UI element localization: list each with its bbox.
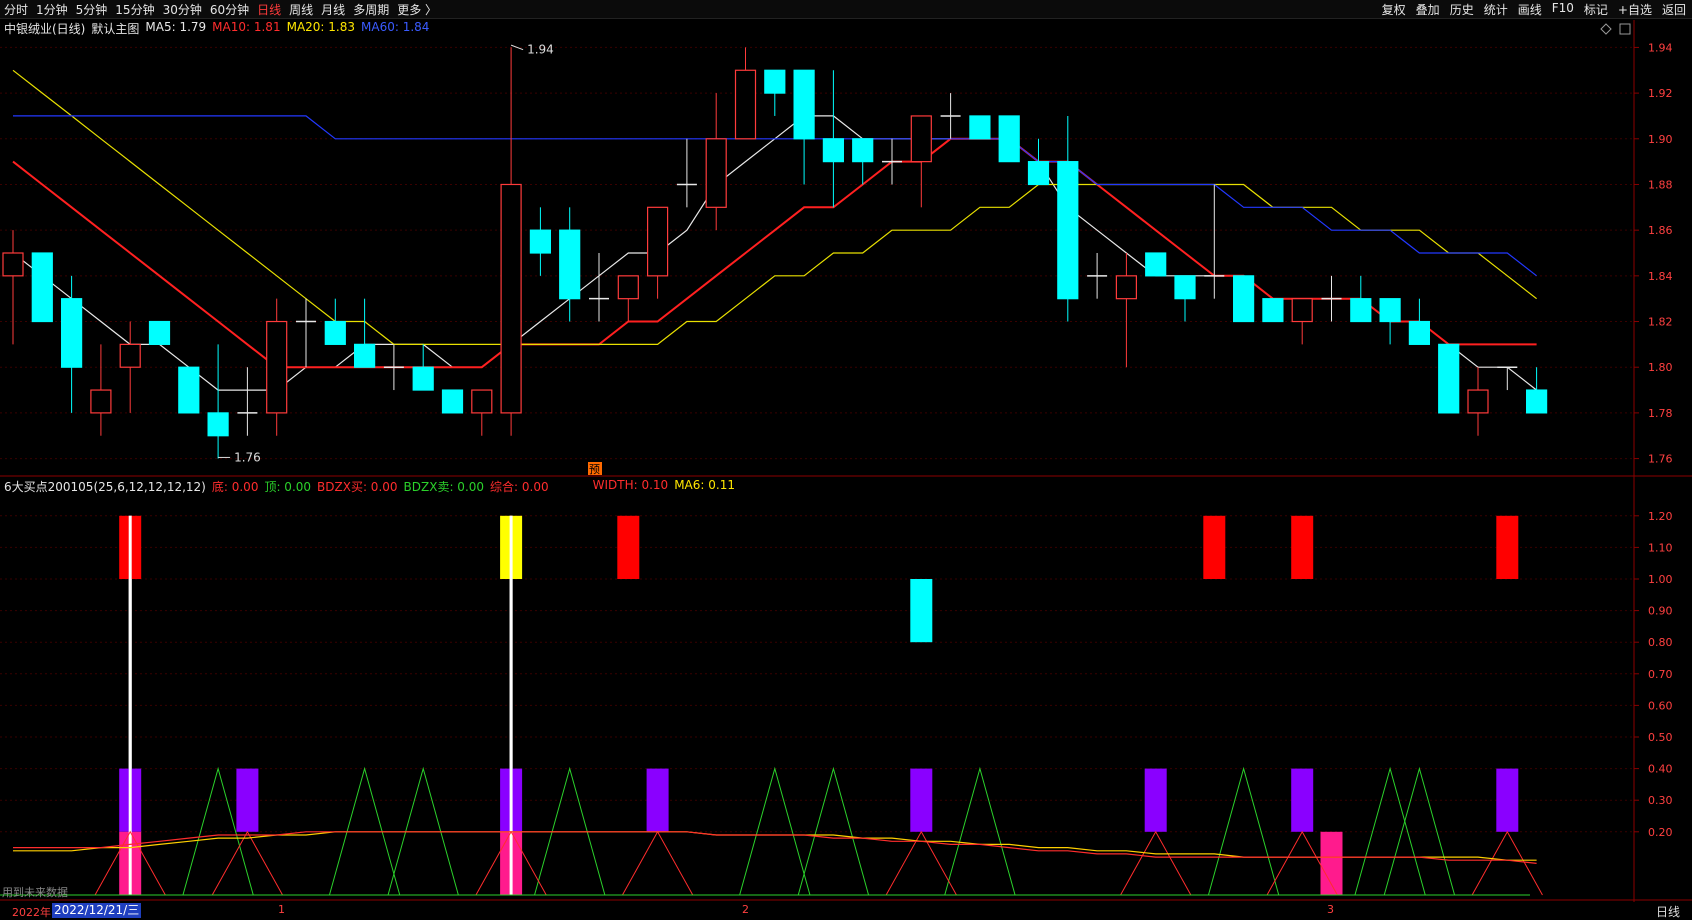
indicator-axis-label: 0.80 [1648, 636, 1673, 649]
signal-red-bar [617, 515, 640, 579]
candle-body [1379, 298, 1401, 323]
signal-purple-bar [1496, 768, 1519, 832]
candle-body [998, 115, 1020, 163]
candle-body [178, 366, 200, 414]
candle-body [822, 138, 845, 163]
price-axis-label: 1.88 [1648, 178, 1673, 191]
low-price-marker: 1.76 [234, 450, 261, 464]
chart-canvas[interactable]: 1.94 1.92 1.90 1.88 1.86 1.84 1.82 1.80 1.78 1.76… [0, 0, 1692, 902]
indicator-axis-label: 1.00 [1648, 573, 1673, 586]
candle-body [705, 138, 727, 208]
candle-body [1262, 298, 1284, 323]
red-peak [211, 830, 283, 896]
indicator-axis-label: 0.70 [1648, 668, 1673, 681]
candle-body [1115, 275, 1138, 300]
candle-body [266, 320, 288, 414]
candle-body [1057, 161, 1079, 300]
price-axis-label: 1.92 [1648, 87, 1673, 100]
indicator-axis-label: 1.20 [1648, 510, 1673, 523]
signal-pink-bar [1320, 831, 1343, 895]
signal-purple-bar [236, 768, 259, 832]
ma-line-ma5 [12, 115, 1537, 391]
period-label[interactable]: 日线 [1656, 903, 1680, 920]
indicator-axis-label: 0.50 [1648, 731, 1673, 744]
candle-body [354, 343, 376, 368]
price-axis-label: 1.76 [1648, 453, 1673, 466]
candle-body [412, 366, 434, 391]
candle-body [148, 320, 171, 345]
candle-body [1350, 298, 1372, 323]
candle-body [969, 115, 991, 140]
indicator-axis-label: 0.60 [1648, 699, 1673, 712]
green-peak [1383, 766, 1456, 896]
candle-body [734, 69, 757, 140]
candle-body [1291, 298, 1313, 323]
price-axis-label: 1.90 [1648, 133, 1673, 146]
ma-line-ma60 [13, 115, 1537, 277]
candle-body [2, 252, 24, 277]
candle-body [1232, 275, 1255, 323]
candle-body [617, 275, 639, 300]
candle-body [852, 138, 874, 163]
candle-body [119, 343, 141, 368]
candle-body [1467, 389, 1489, 414]
month-tick-3: 3 [1327, 903, 1334, 916]
candle-body [207, 412, 229, 437]
signal-purple-bar [1291, 768, 1314, 832]
price-axis-label: 1.82 [1648, 316, 1673, 329]
price-axis-label: 1.94 [1648, 41, 1673, 54]
candle-body [90, 389, 112, 414]
signal-cyan-bar [910, 579, 933, 643]
forecast-badge-text: 预 [589, 463, 600, 476]
candle-body [1525, 389, 1548, 414]
red-peak [622, 830, 694, 896]
price-axis-label: 1.78 [1648, 407, 1673, 420]
candle-body [559, 229, 581, 300]
signal-red-bar [1496, 515, 1519, 579]
green-peak [1207, 766, 1280, 896]
candle-body [764, 69, 786, 94]
candle-body [1408, 320, 1431, 345]
price-axis-label: 1.86 [1648, 224, 1673, 237]
month-tick-2: 2 [742, 903, 749, 916]
ma-line-ma10 [12, 137, 1537, 369]
cursor-date: 2022/12/21/三 [52, 903, 142, 918]
candle-body [1027, 161, 1050, 186]
price-axis-label: 1.84 [1648, 270, 1673, 283]
candle-body [646, 206, 669, 277]
candle-body [31, 252, 53, 323]
candle-body [324, 320, 346, 345]
ma6-line [13, 831, 1537, 861]
green-peak [797, 766, 870, 896]
indicator-axis-label: 0.20 [1648, 826, 1673, 839]
indicator-axis-label: 1.10 [1648, 541, 1673, 554]
candle-body [441, 389, 464, 414]
candle-body [910, 115, 932, 163]
signal-red-bar [1291, 515, 1314, 579]
diamond-icon [1600, 23, 1612, 35]
candle-body [500, 183, 522, 414]
indicator-axis-label: 0.40 [1648, 763, 1673, 776]
future-data-note: 用到未来数据 [2, 886, 68, 899]
candle-body [1438, 343, 1460, 414]
panel-toggle-icon [1619, 23, 1631, 35]
signal-purple-bar [1144, 768, 1167, 832]
candle-body [529, 229, 552, 254]
candle-body [1174, 275, 1196, 300]
indicator-axis-label: 0.90 [1648, 605, 1673, 618]
candle-body [471, 389, 493, 414]
red-peak [1120, 830, 1192, 896]
candle-body [60, 298, 83, 368]
width-line [13, 831, 1537, 864]
signal-purple-bar [910, 768, 933, 832]
month-tick-1: 1 [278, 903, 285, 916]
signal-purple-bar [646, 768, 669, 832]
signal-red-bar [1203, 515, 1226, 579]
high-price-marker: 1.94 [527, 43, 554, 57]
candle-body [793, 69, 815, 140]
indicator-axis-label: 0.30 [1648, 794, 1673, 807]
year-label: 2022年 [12, 906, 51, 919]
price-axis-label: 1.80 [1648, 361, 1673, 374]
candle-body [1145, 252, 1167, 277]
